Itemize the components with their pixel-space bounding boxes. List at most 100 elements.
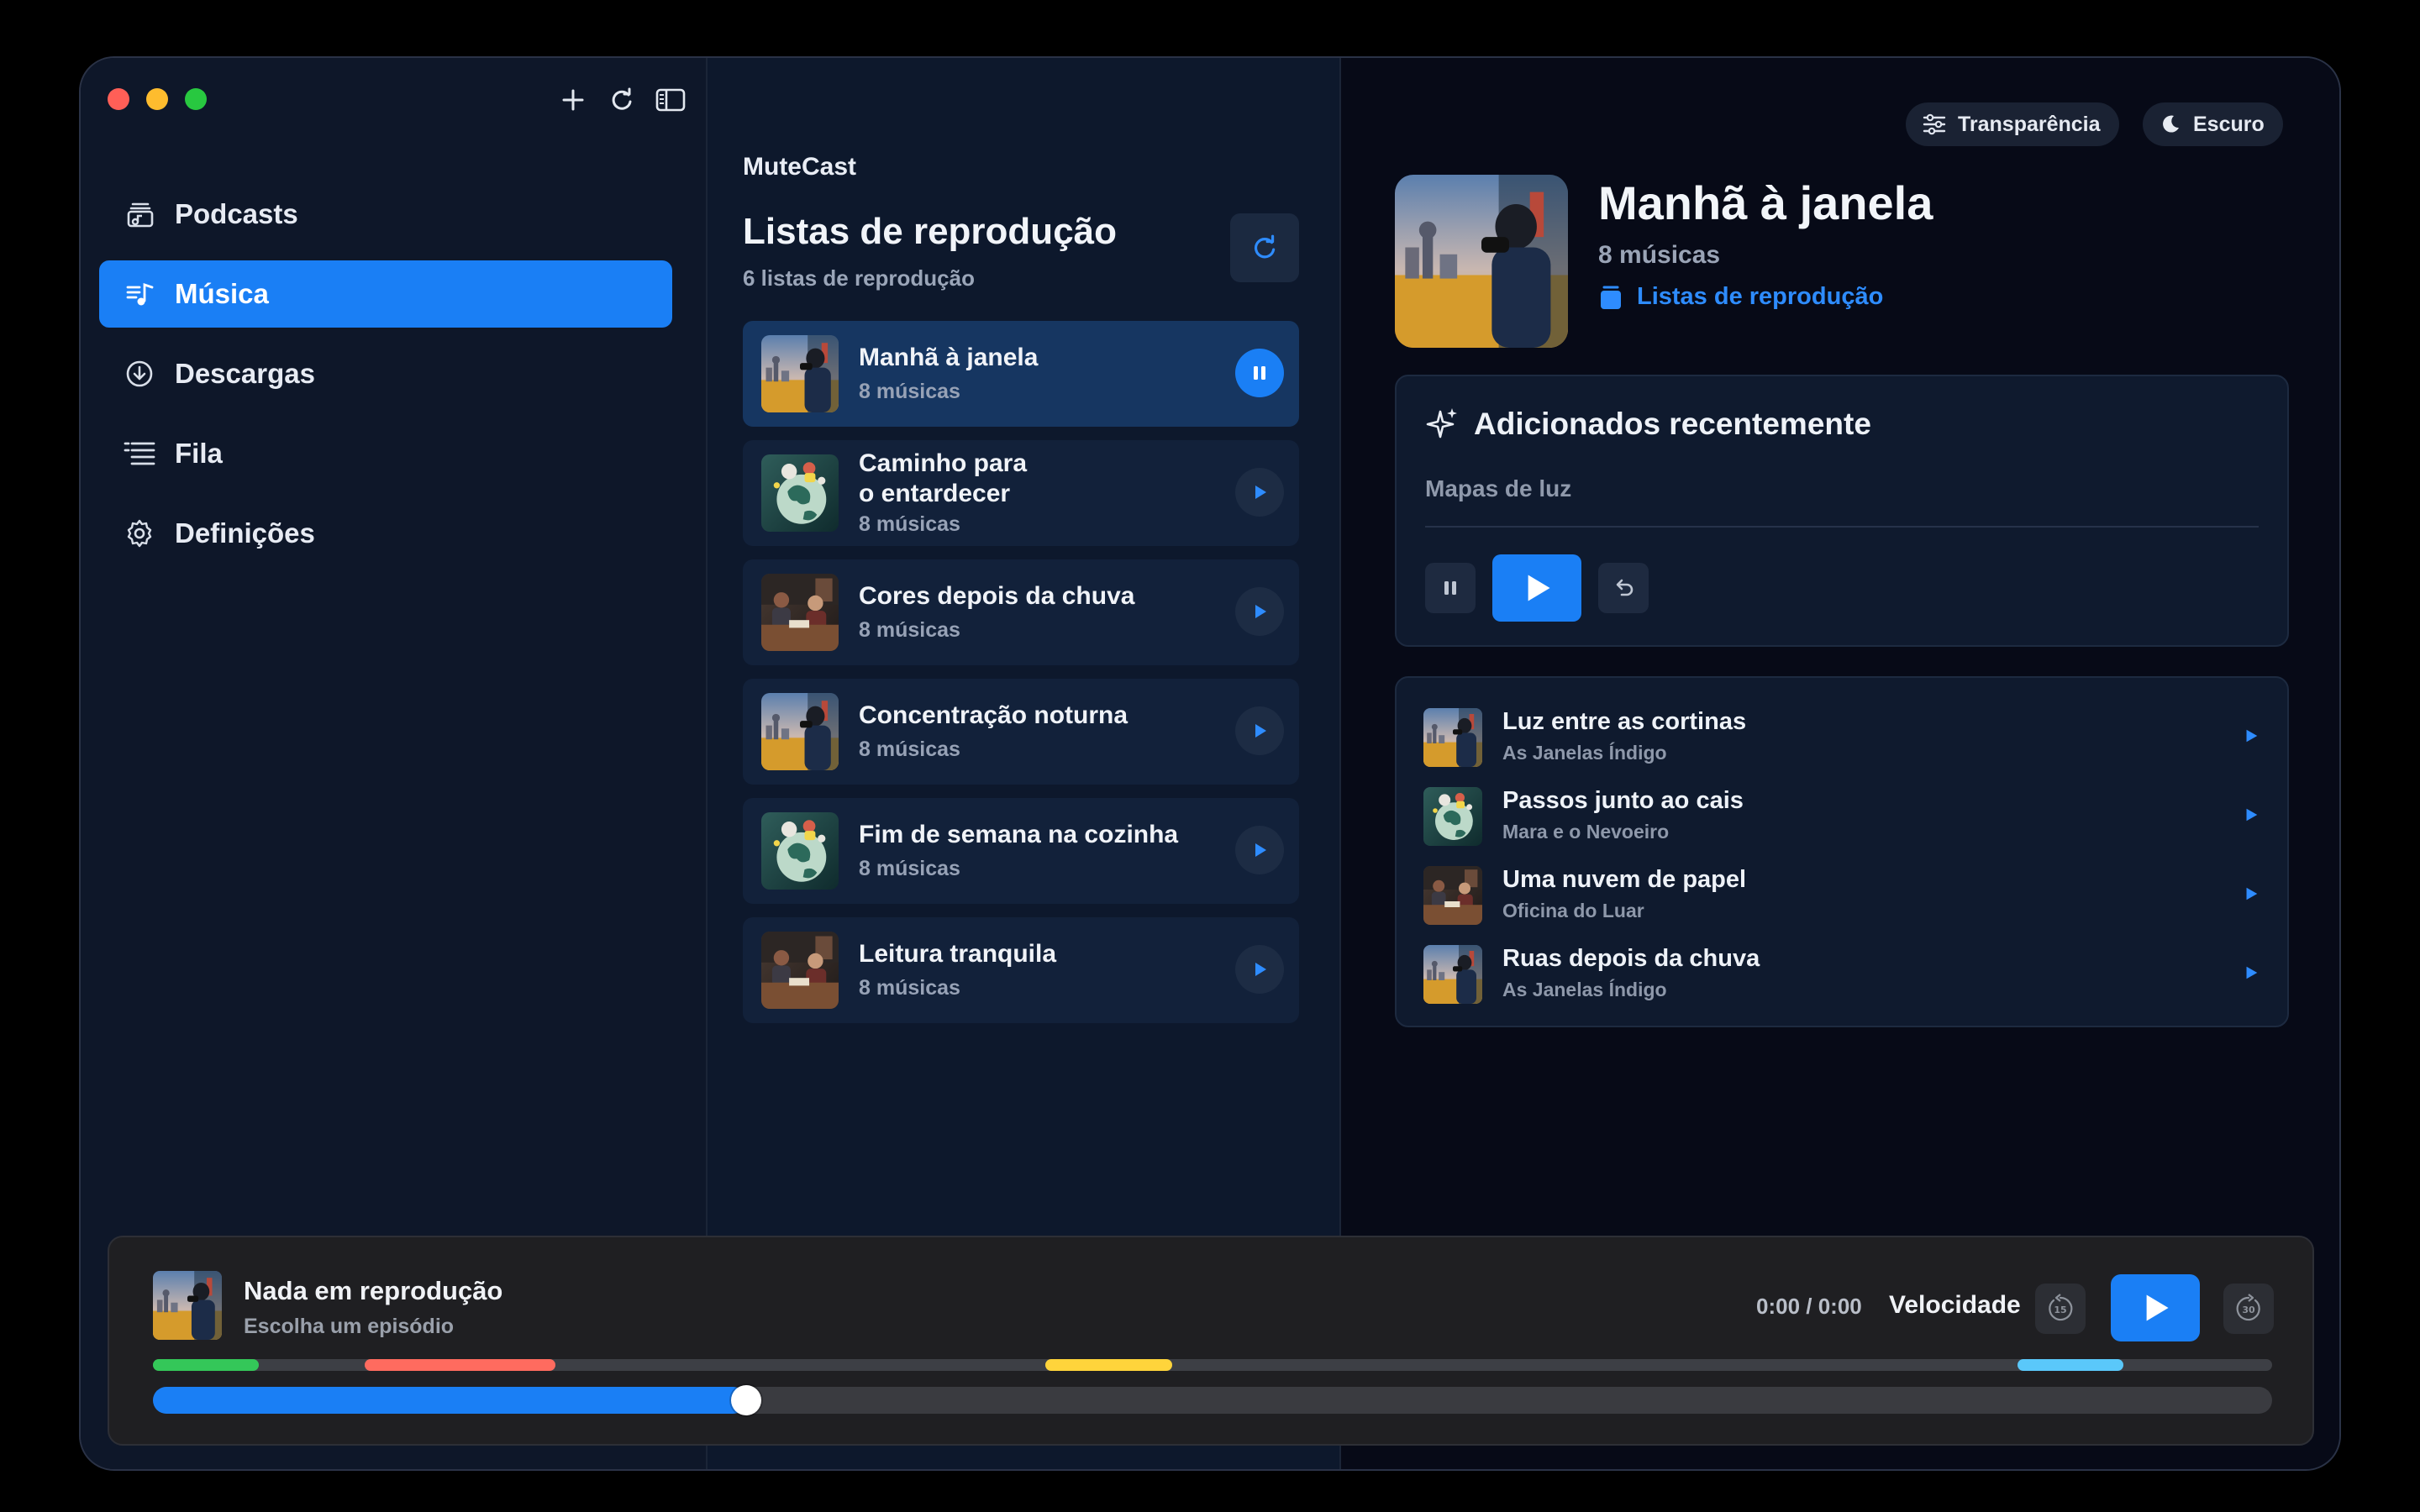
skip-forward-amount: 30 [2242,1305,2255,1315]
track-list-card: Luz entre as cortinas As Janelas Índigo … [1395,676,2289,1027]
skip-back-amount: 15 [2054,1305,2066,1315]
moon-icon [2163,115,2179,133]
track-artwork [1423,866,1482,925]
transparency-label: Transparência [1958,112,2101,136]
playlist-artwork [761,932,839,1009]
recently-added-title: Adicionados recentemente [1474,407,1871,441]
sidebar-item-label: Descargas [175,358,315,389]
dark-mode-button[interactable]: Escuro [2143,102,2283,146]
sidebar-item-settings[interactable]: Definições [99,500,672,567]
refresh-playlists-button[interactable] [1230,213,1299,282]
chapter-segment [153,1359,260,1371]
play-icon [2246,966,2258,979]
queue-icon [123,437,156,470]
now-playing-title: Nada em reprodução [244,1276,503,1305]
progress-slider[interactable] [153,1385,2272,1415]
play-track-button[interactable] [2238,881,2264,906]
divider [1425,526,2259,528]
playlist-item[interactable]: Leitura tranquila 8 músicas [743,917,1299,1023]
toggle-sidebar-button[interactable] [654,83,687,117]
pause-icon [1254,366,1265,380]
sidebar-item-label: Música [175,278,269,309]
refresh-icon [612,87,632,110]
sidebar-item-queue[interactable]: Fila [99,420,672,487]
stack-icon [1601,286,1621,309]
play-playlist-button[interactable] [1235,468,1284,517]
play-icon [2246,808,2258,822]
track-artwork [1423,945,1482,1004]
playlists-link-label: Listas de reprodução [1637,283,1884,310]
playlist-name: Manhã à janela [859,344,1039,371]
dark-mode-label: Escuro [2193,112,2265,136]
track-name: Luz entre as cortinas [1502,708,1747,735]
playlist-name-line-1: Caminho para [859,449,1028,477]
playlist-item[interactable]: Concentração noturna 8 músicas [743,679,1299,785]
pause-playlist-button[interactable] [1235,349,1284,397]
track-row[interactable]: Passos junto ao cais Mara e o Nevoeiro [1423,784,2264,848]
sidebar-item-downloads[interactable]: Descargas [99,340,672,407]
now-playing-bar: Nada em reprodução Escolha um episódio 0… [108,1236,2314,1446]
playlist-detail-count: 8 músicas [1598,241,1721,269]
playlist-artwork [761,812,839,890]
play-track-button[interactable] [2238,723,2264,748]
skip-forward-button[interactable]: 30 [2223,1284,2274,1334]
track-name: Passos junto ao cais [1502,787,1744,814]
track-artist: As Janelas Índigo [1502,742,1667,764]
play-playlist-button[interactable] [1235,706,1284,755]
play-icon [1528,575,1550,601]
refresh-button[interactable] [605,83,639,117]
play-playlist-button[interactable] [1235,826,1284,874]
sidebar-toggle-icon [655,88,686,112]
chapter-markers [153,1359,2272,1371]
playlist-name: Cores depois da chuva [859,582,1135,610]
player-play-button[interactable] [2111,1274,2200,1341]
track-row[interactable]: Uma nuvem de papel Oficina do Luar [1423,863,2264,927]
playlist-item[interactable]: Fim de semana na cozinha 8 músicas [743,798,1299,904]
progress-fill [153,1387,747,1414]
play-playlist-button[interactable] [1235,587,1284,636]
pause-icon [1444,581,1456,595]
playlist-item[interactable]: Cores depois da chuva 8 músicas [743,559,1299,665]
play-icon [1255,486,1266,499]
play-track-button[interactable] [2238,960,2264,985]
track-artwork [1423,787,1482,846]
playlists-title: Listas de reprodução [743,211,1118,252]
sliders-icon [1923,113,1946,135]
progress-knob[interactable] [731,1385,762,1415]
sparkles-icon [1426,408,1457,438]
pause-button[interactable] [1425,563,1476,613]
sidebar-item-podcasts[interactable]: Podcasts [99,181,672,248]
recently-added-card: Adicionados recentemente Mapas de luz [1395,375,2289,647]
playlist-name: Concentração noturna [859,701,1128,729]
sidebar-nav: Podcasts Música Descargas Fila Definiçõe… [99,181,672,580]
now-playing-subtitle: Escolha um episódio [244,1315,455,1338]
window-controls [108,88,207,110]
sidebar-item-label: Podcasts [175,198,298,229]
play-icon [1255,724,1266,738]
minimize-window-button[interactable] [146,88,168,110]
play-playlist-button[interactable] [1235,945,1284,994]
play-track-button[interactable] [2238,802,2264,827]
transparency-button[interactable]: Transparência [1906,102,2119,146]
zoom-window-button[interactable] [185,88,207,110]
sidebar-item-music[interactable]: Música [99,260,672,328]
refresh-icon [1254,234,1276,259]
playlists-link[interactable]: Listas de reprodução [1598,283,1883,311]
skip-forward-30-icon: 30 [2236,1294,2260,1321]
track-row[interactable]: Luz entre as cortinas As Janelas Índigo [1423,705,2264,769]
track-artwork [1423,708,1482,767]
play-button[interactable] [1492,554,1581,622]
playlist-item[interactable]: Caminho para o entardecer 8 músicas [743,440,1299,546]
track-row[interactable]: Ruas depois da chuva As Janelas Índigo [1423,942,2264,1005]
speed-button[interactable]: Velocidade [1889,1291,2021,1320]
chapter-segment [2018,1359,2124,1371]
add-button[interactable] [556,83,590,117]
playlist-artwork [761,454,839,532]
playlist-cover [1395,175,1568,348]
playlist-track-count: 8 músicas [859,618,960,642]
close-window-button[interactable] [108,88,129,110]
rewind-button[interactable] [1598,563,1649,613]
skip-back-button[interactable]: 15 [2035,1284,2086,1334]
playlist-artwork [761,574,839,651]
playlist-item[interactable]: Manhã à janela 8 músicas [743,321,1299,427]
